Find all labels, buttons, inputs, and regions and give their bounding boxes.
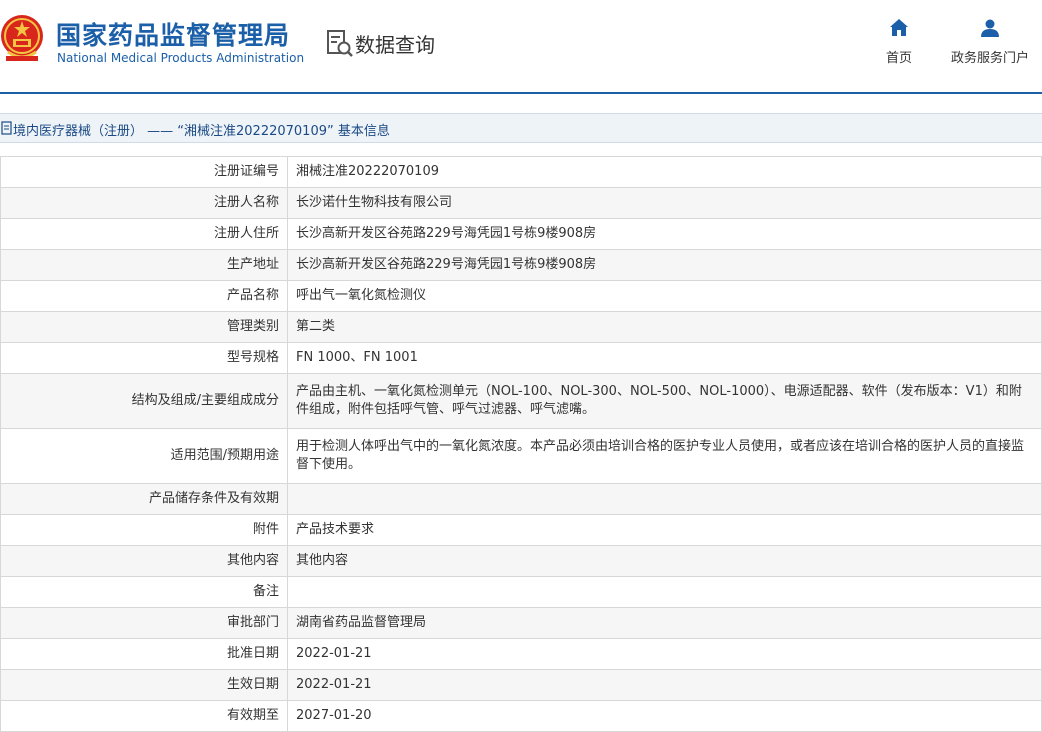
row-value: 产品由主机、一氧化氮检测单元（NOL-100、NOL-300、NOL-500、N… bbox=[287, 373, 1042, 429]
row-value: 第二类 bbox=[287, 311, 1042, 343]
row-value: 长沙高新开发区谷苑路229号海凭园1号栋9楼908房 bbox=[287, 249, 1042, 281]
home-icon bbox=[890, 19, 908, 36]
row-value: 2022-01-21 bbox=[287, 669, 1042, 701]
row-label: 注册证编号 bbox=[0, 156, 288, 188]
data-query-title: 数据查询 bbox=[355, 33, 435, 57]
row-label: 注册人名称 bbox=[0, 187, 288, 219]
row-label: 生效日期 bbox=[0, 669, 288, 701]
table-row: 型号规格 FN 1000、FN 1001 bbox=[0, 342, 1042, 374]
table-row: 适用范围/预期用途 用于检测人体呼出气中的一氧化氮浓度。本产品必须由培训合格的医… bbox=[0, 428, 1042, 484]
table-row: 其他内容 其他内容 bbox=[0, 545, 1042, 577]
row-value: 其他内容 bbox=[287, 545, 1042, 577]
table-row: 管理类别 第二类 bbox=[0, 311, 1042, 343]
detail-table: 注册证编号 湘械注准20222070109 注册人名称 长沙诺什生物科技有限公司… bbox=[0, 156, 1042, 732]
row-value: 长沙高新开发区谷苑路229号海凭园1号栋9楼908房 bbox=[287, 218, 1042, 250]
row-value: 2027-01-20 bbox=[287, 700, 1042, 732]
table-row: 注册人住所 长沙高新开发区谷苑路229号海凭园1号栋9楼908房 bbox=[0, 218, 1042, 250]
row-label: 有效期至 bbox=[0, 700, 288, 732]
row-label: 批准日期 bbox=[0, 638, 288, 670]
row-label: 适用范围/预期用途 bbox=[0, 428, 288, 484]
table-row: 结构及组成/主要组成成分 产品由主机、一氧化氮检测单元（NOL-100、NOL-… bbox=[0, 373, 1042, 429]
row-value: 湘械注准20222070109 bbox=[287, 156, 1042, 188]
row-value: 2022-01-21 bbox=[287, 638, 1042, 670]
nav-portal-label: 政务服务门户 bbox=[950, 51, 1029, 66]
record-title: 境内医疗器械（注册） —— “湘械注准20222070109” 基本信息 bbox=[13, 124, 390, 139]
document-icon bbox=[1, 121, 12, 135]
row-label: 附件 bbox=[0, 514, 288, 546]
row-label: 产品储存条件及有效期 bbox=[0, 483, 288, 515]
table-row: 批准日期 2022-01-21 bbox=[0, 638, 1042, 670]
row-label: 型号规格 bbox=[0, 342, 288, 374]
row-label: 其他内容 bbox=[0, 545, 288, 577]
row-value bbox=[287, 576, 1042, 608]
row-label: 注册人住所 bbox=[0, 218, 288, 250]
table-row: 附件 产品技术要求 bbox=[0, 514, 1042, 546]
row-value: FN 1000、FN 1001 bbox=[287, 342, 1042, 374]
row-value: 长沙诺什生物科技有限公司 bbox=[287, 187, 1042, 219]
site-header: 国家药品监督管理局 National Medical Products Admi… bbox=[0, 0, 1042, 96]
table-row: 注册证编号 湘械注准20222070109 bbox=[0, 156, 1042, 188]
row-label: 生产地址 bbox=[0, 249, 288, 281]
row-value bbox=[287, 483, 1042, 515]
record-title-bar: 境内医疗器械（注册） —— “湘械注准20222070109” 基本信息 bbox=[0, 113, 1042, 143]
table-row: 审批部门 湖南省药品监督管理局 bbox=[0, 607, 1042, 639]
table-row: 产品名称 呼出气一氧化氮检测仪 bbox=[0, 280, 1042, 312]
user-icon bbox=[981, 19, 999, 37]
nav-home-label: 首页 bbox=[885, 51, 912, 66]
table-row: 有效期至 2027-01-20 bbox=[0, 700, 1042, 732]
nav-portal-link[interactable]: 政务服务门户 bbox=[946, 18, 1034, 66]
national-emblem-icon[interactable] bbox=[0, 12, 44, 64]
table-row: 注册人名称 长沙诺什生物科技有限公司 bbox=[0, 187, 1042, 219]
table-row: 生效日期 2022-01-21 bbox=[0, 669, 1042, 701]
table-row: 备注 bbox=[0, 576, 1042, 608]
row-value: 用于检测人体呼出气中的一氧化氮浓度。本产品必须由培训合格的医护专业人员使用，或者… bbox=[287, 428, 1042, 484]
header-divider bbox=[0, 92, 1042, 94]
row-label: 产品名称 bbox=[0, 280, 288, 312]
table-row: 产品储存条件及有效期 bbox=[0, 483, 1042, 515]
row-label: 审批部门 bbox=[0, 607, 288, 639]
row-label: 备注 bbox=[0, 576, 288, 608]
nav-home-link[interactable]: 首页 bbox=[876, 18, 922, 66]
row-label: 结构及组成/主要组成成分 bbox=[0, 373, 288, 429]
site-name-chinese[interactable]: 国家药品监督管理局 bbox=[56, 16, 290, 52]
row-value: 湖南省药品监督管理局 bbox=[287, 607, 1042, 639]
site-name-english[interactable]: National Medical Products Administration bbox=[57, 51, 304, 65]
data-search-icon bbox=[327, 30, 353, 57]
row-value: 产品技术要求 bbox=[287, 514, 1042, 546]
table-row: 生产地址 长沙高新开发区谷苑路229号海凭园1号栋9楼908房 bbox=[0, 249, 1042, 281]
row-label: 管理类别 bbox=[0, 311, 288, 343]
row-value: 呼出气一氧化氮检测仪 bbox=[287, 280, 1042, 312]
